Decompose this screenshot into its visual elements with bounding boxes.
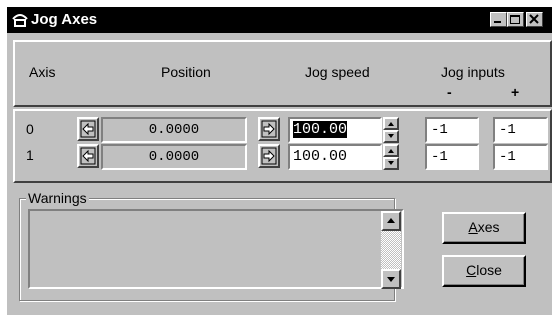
warnings-label: Warnings xyxy=(26,190,89,206)
jog-speed-field[interactable]: 100.00 xyxy=(288,117,382,143)
title-bar[interactable]: Jog Axes xyxy=(7,7,552,33)
spin-down-icon xyxy=(388,161,394,165)
close-button-label: lose xyxy=(476,262,502,278)
close-icon xyxy=(529,14,539,24)
jog-speed-value: 100.00 xyxy=(293,121,348,138)
close-window-button[interactable] xyxy=(526,12,543,27)
jog-input-plus-field[interactable]: -1 xyxy=(493,117,548,143)
column-header-panel: Axis Position Jog speed Jog inputs - + xyxy=(13,40,552,107)
position-display: 0.0000 xyxy=(101,117,247,143)
axis-number: 1 xyxy=(26,147,34,163)
axes-button[interactable]: Axes xyxy=(442,212,526,244)
position-header: Position xyxy=(161,64,211,80)
window-title: Jog Axes xyxy=(31,11,98,28)
axes-button-label: xes xyxy=(477,219,500,235)
spin-up-icon xyxy=(388,122,394,126)
warnings-text-area[interactable] xyxy=(28,209,404,289)
minimize-icon xyxy=(494,21,501,23)
scroll-down-button[interactable] xyxy=(381,269,401,289)
jog-axes-app-icon xyxy=(10,10,30,30)
jog-positive-icon xyxy=(261,147,277,165)
jog-input-plus-field[interactable]: -1 xyxy=(493,144,548,170)
jog-plus-header: + xyxy=(511,84,520,100)
jog-inputs-header: Jog inputs xyxy=(441,64,505,80)
jog-speed-field[interactable]: 100.00 xyxy=(288,144,382,170)
axes-button-mnemonic: A xyxy=(468,219,478,235)
axis-header: Axis xyxy=(29,64,56,80)
jog-negative-icon xyxy=(80,120,96,138)
spin-down-button[interactable] xyxy=(383,130,399,143)
jog-input-minus-field[interactable]: -1 xyxy=(425,117,479,143)
maximize-icon xyxy=(510,15,520,24)
scroll-down-icon xyxy=(387,277,395,282)
position-display: 0.0000 xyxy=(101,144,247,170)
close-button-mnemonic: C xyxy=(466,262,477,278)
jog-negative-button[interactable] xyxy=(77,117,99,141)
jog-negative-button[interactable] xyxy=(77,144,99,168)
jog-positive-button[interactable] xyxy=(258,117,280,141)
spin-down-icon xyxy=(388,134,394,138)
maximize-button[interactable] xyxy=(507,12,524,27)
jog-input-minus-field[interactable]: -1 xyxy=(425,144,479,170)
jog-positive-icon xyxy=(261,120,277,138)
spin-up-button[interactable] xyxy=(383,144,399,157)
axis-number: 0 xyxy=(26,121,34,137)
jog-negative-icon xyxy=(80,147,96,165)
spin-up-button[interactable] xyxy=(383,117,399,130)
jog-axes-window: Jog Axes Axis Position Jog speed Jog inp… xyxy=(7,7,552,315)
scroll-up-icon xyxy=(387,218,395,223)
spin-down-button[interactable] xyxy=(383,157,399,170)
jog-minus-header: - xyxy=(447,84,452,100)
spin-up-icon xyxy=(388,149,394,153)
jog-positive-button[interactable] xyxy=(258,144,280,168)
close-button[interactable]: Close xyxy=(442,255,526,287)
scroll-up-button[interactable] xyxy=(381,211,401,231)
jog-speed-header: Jog speed xyxy=(305,64,370,80)
minimize-button[interactable] xyxy=(490,12,507,27)
